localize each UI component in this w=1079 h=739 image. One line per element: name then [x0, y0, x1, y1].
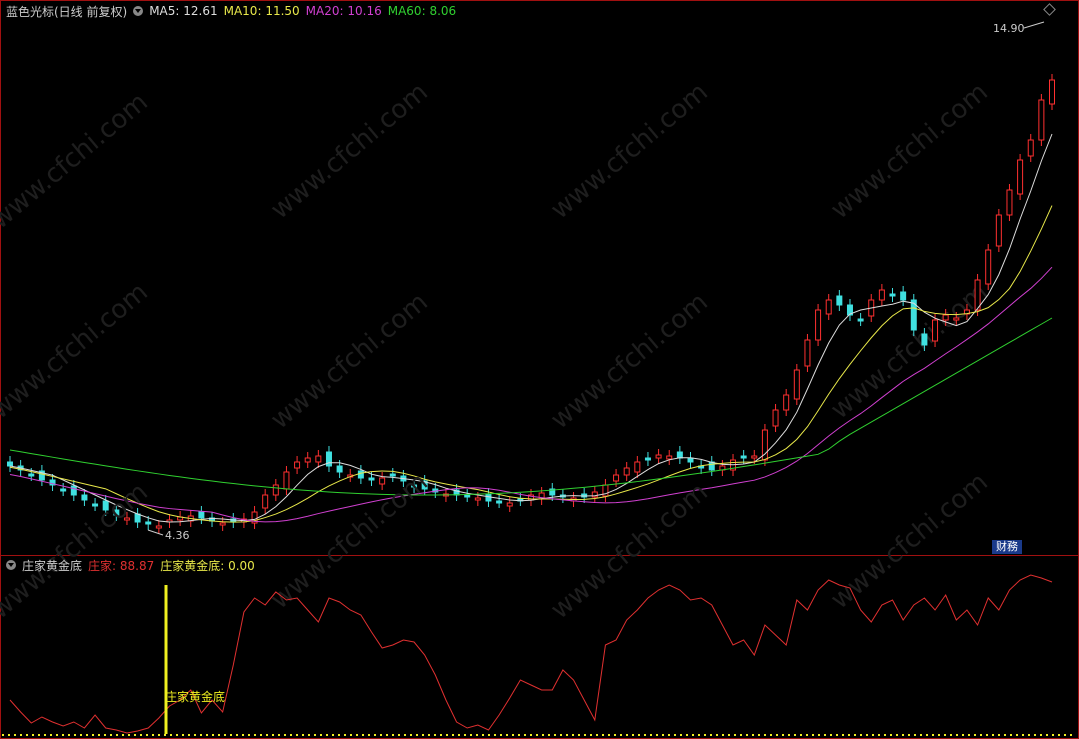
- candle-body: [198, 511, 205, 519]
- candle-body: [772, 409, 779, 427]
- candle-body: [613, 474, 620, 482]
- candle-body: [942, 314, 949, 321]
- low-price-arrow: [147, 529, 164, 536]
- candle-body: [1017, 159, 1024, 195]
- main-chart[interactable]: www.cfchi.com www.cfchi.com www.cfchi.com w…: [0, 0, 1079, 555]
- sub-title: 庄家黄金底: [22, 558, 83, 573]
- candle-body: [900, 291, 907, 301]
- candle-body: [464, 494, 471, 498]
- candle-body: [272, 484, 279, 496]
- candle-body: [836, 295, 843, 306]
- candle-body: [1049, 79, 1055, 105]
- watermark-text: www.cfchi.com: [265, 287, 434, 435]
- candle-body: [219, 522, 226, 526]
- candle-body: [687, 457, 694, 463]
- candle-body: [676, 451, 683, 459]
- candle-body: [857, 318, 864, 322]
- candle-body: [155, 525, 162, 529]
- candle-body: [666, 455, 673, 460]
- candle-body: [336, 465, 343, 473]
- watermark-text: www.cfchi.com: [545, 77, 714, 225]
- dropdown-icon[interactable]: [6, 560, 16, 570]
- candle-body: [7, 461, 13, 467]
- watermark-text: www.cfchi.com: [0, 277, 154, 425]
- main-title: 蓝色光标(日线 前复权): [6, 4, 128, 19]
- candle-body: [889, 293, 896, 297]
- watermark-text: www.cfchi.com: [825, 277, 994, 425]
- candle-body: [985, 249, 992, 285]
- candle-body: [623, 467, 630, 476]
- ma20-legend: MA20: 10.16: [305, 4, 382, 18]
- candle-body: [113, 509, 120, 516]
- candle-body: [953, 317, 960, 321]
- candle-body: [81, 494, 88, 501]
- candle-body: [644, 457, 651, 461]
- candle-body: [496, 500, 503, 504]
- candle-body: [304, 457, 311, 463]
- candle-body: [134, 513, 141, 523]
- watermark-text: www.cfchi.com: [0, 87, 154, 235]
- candle-body: [1006, 189, 1013, 216]
- ma10-legend: MA10: 11.50: [223, 4, 300, 18]
- candle-body: [815, 309, 822, 341]
- candle-body: [655, 454, 662, 459]
- candle-body: [379, 477, 386, 485]
- candle-body: [1038, 99, 1045, 141]
- candle-body: [740, 455, 747, 459]
- candle-body: [357, 470, 364, 479]
- dropdown-icon[interactable]: [133, 6, 144, 16]
- candle-body: [262, 494, 269, 509]
- candle-body: [102, 500, 109, 511]
- candle-body: [389, 473, 396, 477]
- candle-body: [921, 333, 928, 346]
- finance-badge[interactable]: 财務: [992, 540, 1022, 554]
- zhuangjia-legend: 庄家: 88.87: [88, 558, 155, 573]
- candle-body: [60, 488, 67, 492]
- candle-body: [92, 503, 99, 507]
- high-price-label: 14.90: [993, 22, 1025, 35]
- ma60-legend: MA60: 8.06: [387, 4, 457, 18]
- sub-legend: 庄家黄金底 庄家: 88.87 庄家黄金底: 0.00: [6, 557, 255, 573]
- candle-body: [145, 521, 152, 525]
- candle-body: [474, 497, 481, 501]
- candle-body: [751, 455, 758, 459]
- candle-body: [1027, 139, 1034, 157]
- watermark-text: www.cfchi.com: [265, 77, 434, 225]
- candle-body: [315, 455, 322, 463]
- candle-body: [783, 394, 790, 411]
- candle-body: [825, 299, 832, 315]
- golden-bottom-legend: 庄家黄金底: 0.00: [160, 558, 255, 573]
- high-price-arrow: [1023, 21, 1045, 29]
- candle-body: [932, 319, 939, 342]
- low-price-label: 4.36: [165, 529, 190, 542]
- candle-body: [283, 471, 290, 490]
- candle-body: [28, 473, 35, 477]
- candle-body: [70, 485, 77, 496]
- candle-body: [634, 461, 641, 473]
- candle-body: [411, 484, 418, 488]
- candle-body: [793, 369, 800, 400]
- candle-body: [294, 461, 301, 469]
- candle-body: [368, 477, 375, 481]
- ma20-line: [9, 266, 1053, 523]
- candle-body: [123, 517, 130, 521]
- candle-body: [804, 339, 811, 367]
- candle-body: [995, 214, 1002, 247]
- watermark-text: www.cfchi.com: [825, 77, 994, 225]
- candle-body: [878, 289, 885, 301]
- candle-body: [506, 502, 513, 507]
- watermark-text: www.cfchi.com: [545, 287, 714, 435]
- main-legend: 蓝色光标(日线 前复权) MA5: 12.61 MA10: 11.50 MA20…: [6, 3, 456, 19]
- ma5-legend: MA5: 12.61: [149, 4, 218, 18]
- ma5-line: [9, 133, 1053, 523]
